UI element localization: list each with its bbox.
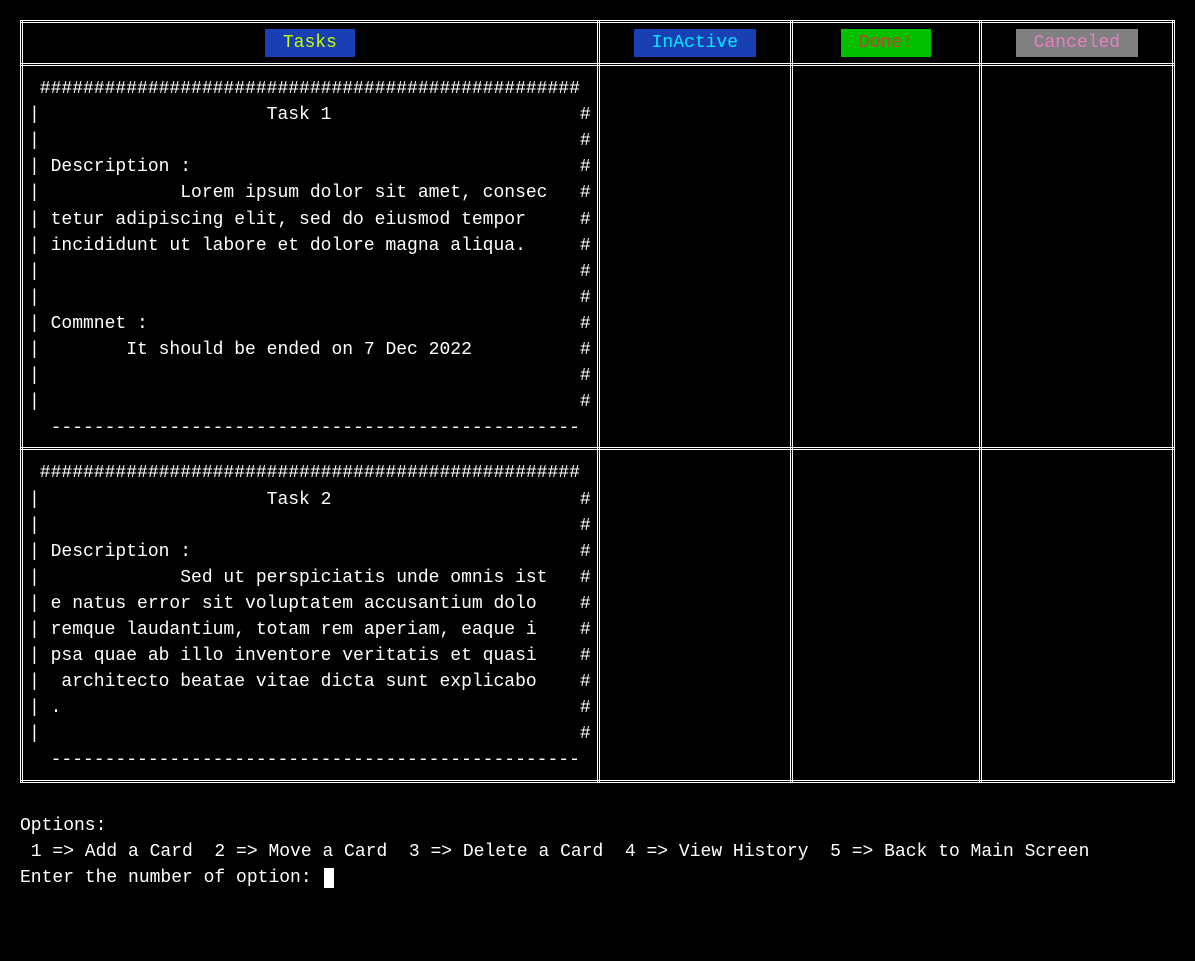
done-cell-2 [791, 449, 980, 781]
header-row: Tasks InActive Done! Canceled [22, 22, 1174, 65]
inactive-cell-1 [598, 65, 791, 449]
inactive-cell-2 [598, 449, 791, 781]
task-card-2[interactable]: ########################################… [29, 460, 591, 773]
canceled-badge[interactable]: Canceled [1016, 29, 1138, 57]
options-menu: 1 => Add a Card 2 => Move a Card 3 => De… [20, 839, 1175, 865]
text-cursor [324, 868, 334, 888]
tasks-cell-2: ########################################… [22, 449, 599, 781]
options-prompt-line[interactable]: Enter the number of option: [20, 865, 1175, 891]
tasks-badge[interactable]: Tasks [265, 29, 355, 57]
inactive-badge[interactable]: InActive [634, 29, 756, 57]
kanban-board: Tasks InActive Done! Canceled ##########… [20, 20, 1175, 783]
card-row-1: ########################################… [22, 65, 1174, 449]
tasks-cell-1: ########################################… [22, 65, 599, 449]
column-header-inactive: InActive [598, 22, 791, 65]
canceled-cell-1 [980, 65, 1173, 449]
column-header-done: Done! [791, 22, 980, 65]
card-row-2: ########################################… [22, 449, 1174, 781]
done-badge[interactable]: Done! [841, 29, 931, 57]
options-section: Options: 1 => Add a Card 2 => Move a Car… [20, 813, 1175, 891]
done-cell-1 [791, 65, 980, 449]
task-card-1[interactable]: ########################################… [29, 76, 591, 441]
column-header-tasks: Tasks [22, 22, 599, 65]
options-prompt: Enter the number of option: [20, 868, 322, 888]
options-title: Options: [20, 813, 1175, 839]
canceled-cell-2 [980, 449, 1173, 781]
column-header-canceled: Canceled [980, 22, 1173, 65]
